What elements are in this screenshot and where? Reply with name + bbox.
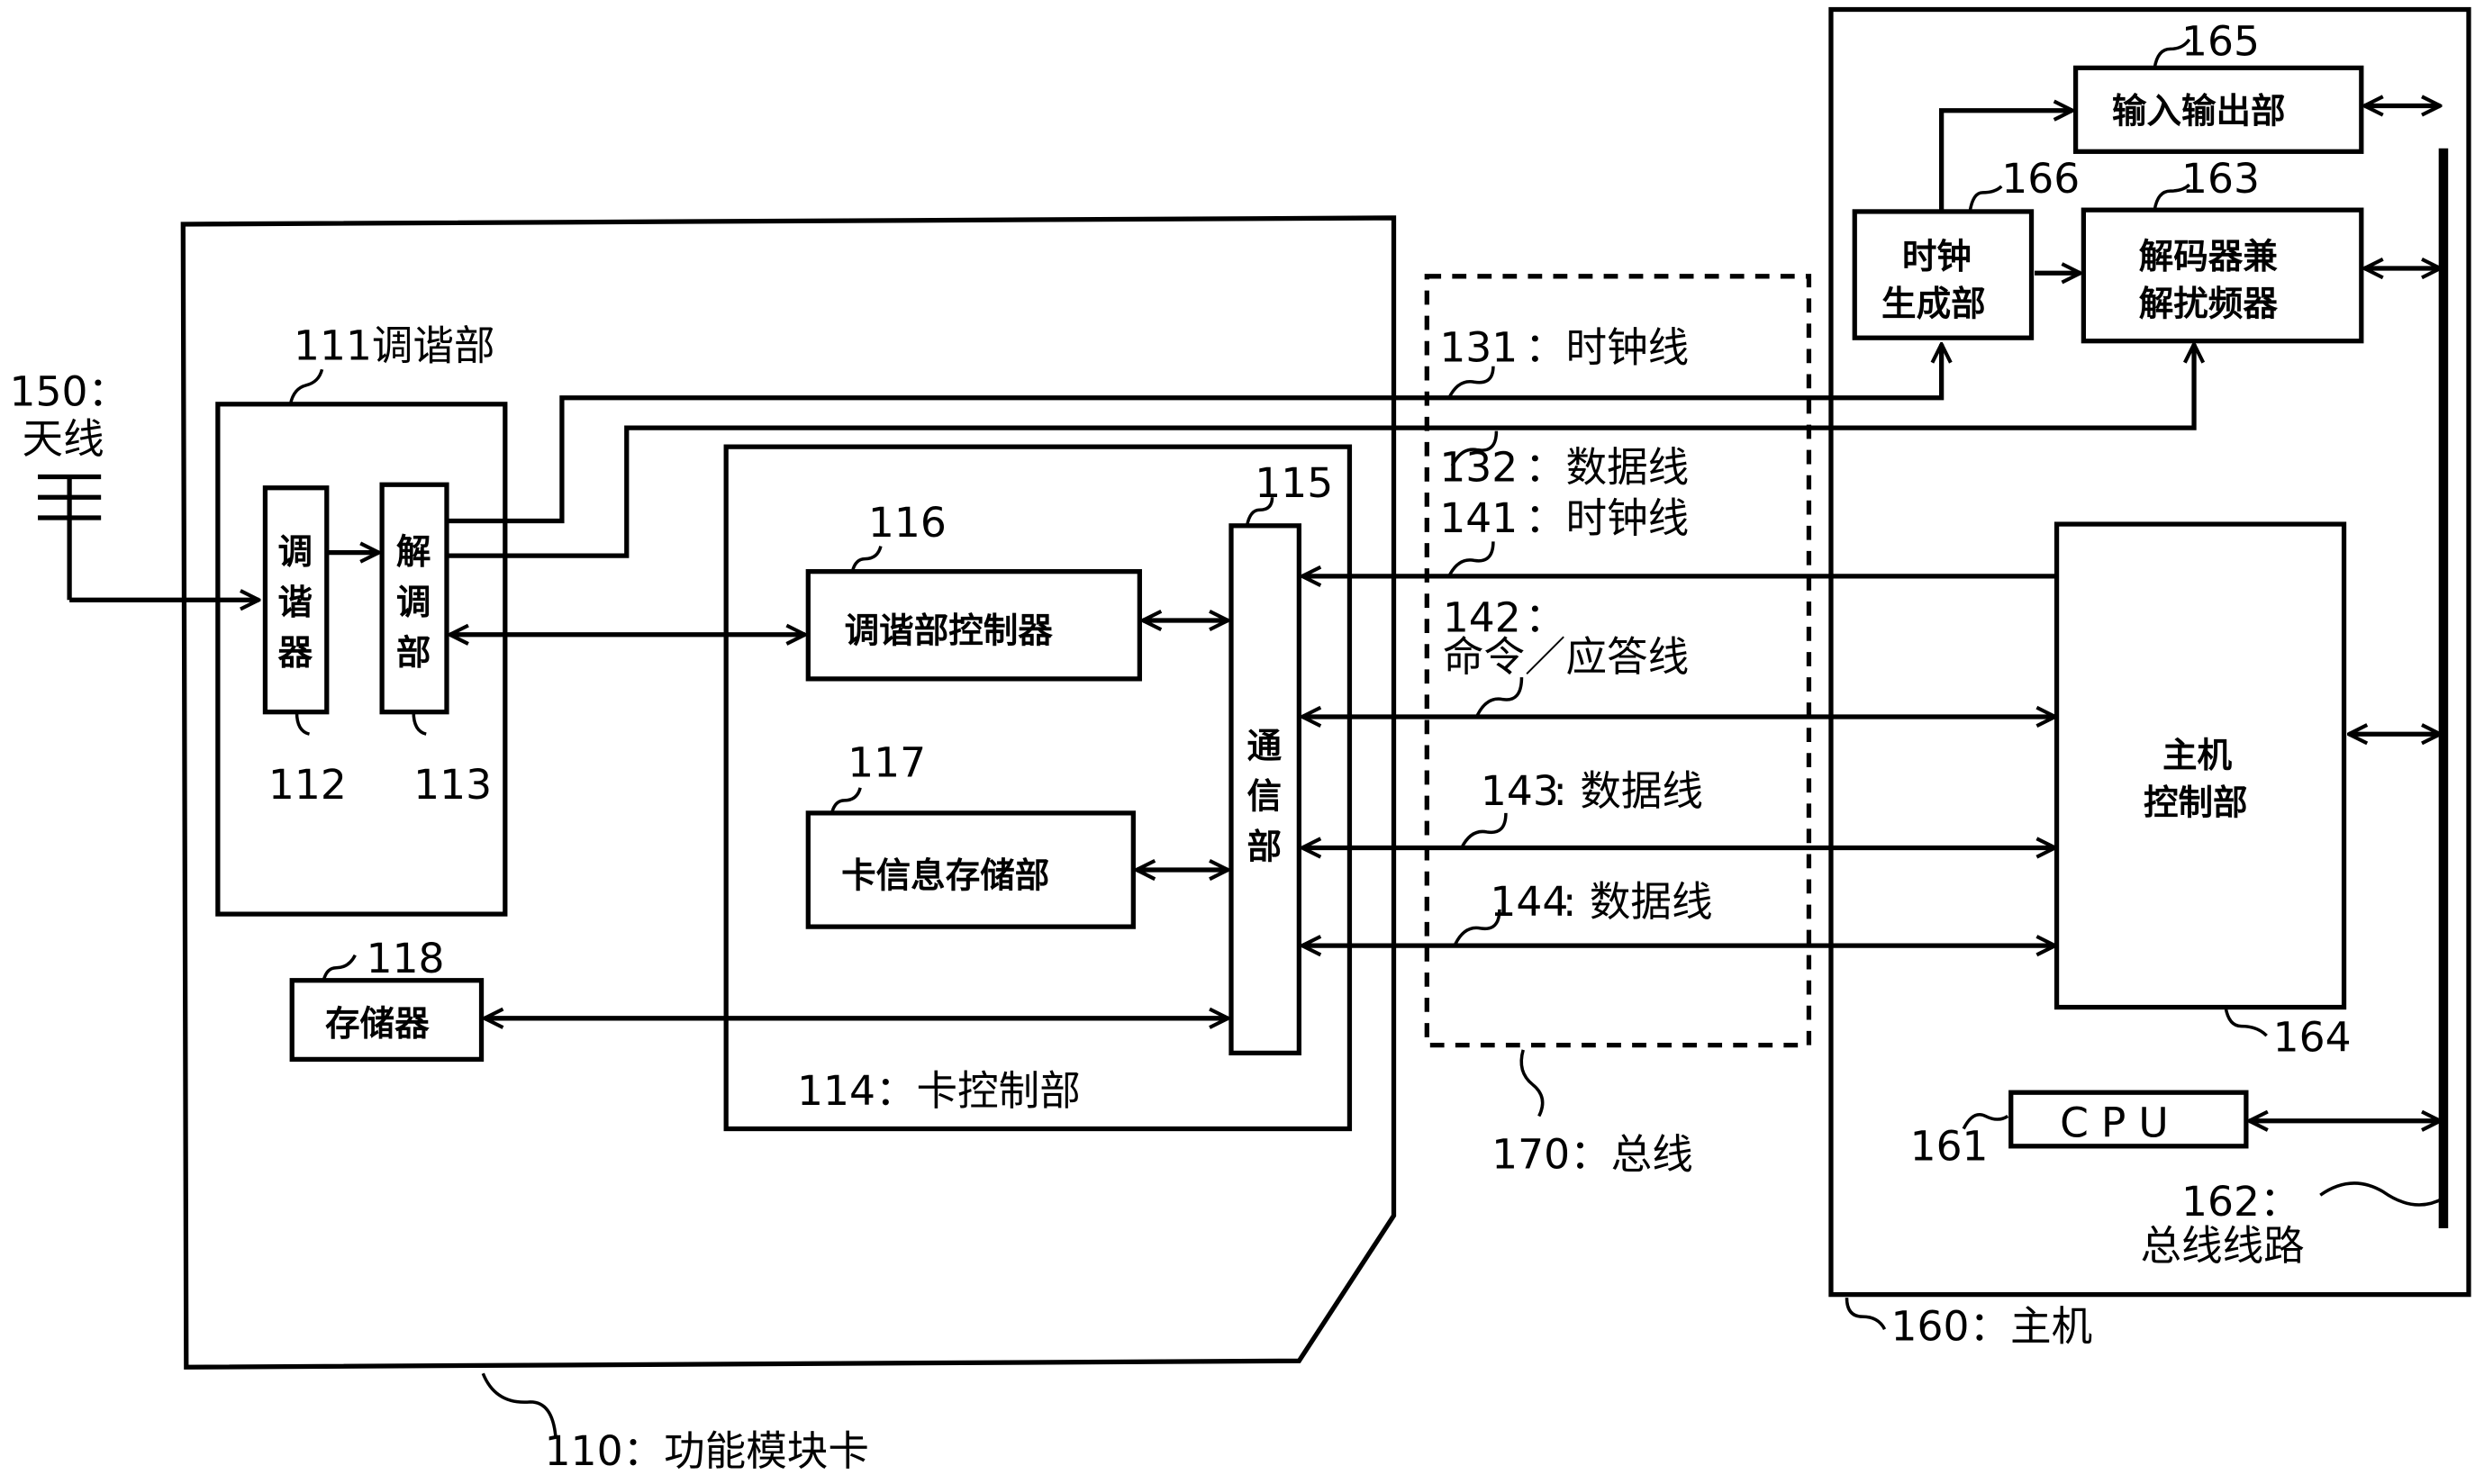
cpu-label: CPU bbox=[2060, 1099, 2181, 1146]
antenna-label: 天线 bbox=[23, 415, 104, 463]
tuner-leader bbox=[295, 711, 311, 736]
comm-unit-ref: 115 bbox=[1255, 459, 1333, 507]
memory: 存储器 118 bbox=[289, 935, 1228, 1063]
io-unit-ref: 165 bbox=[2181, 17, 2260, 65]
card-controller-label: 114：卡控制部 bbox=[797, 1067, 1081, 1115]
memory-label: 存储器 bbox=[325, 1004, 430, 1045]
host-bus-line-num: 162： bbox=[2181, 1178, 2301, 1226]
demod-char-3: 部 bbox=[396, 633, 431, 674]
clock-line-131 bbox=[446, 344, 1942, 524]
bus-line-142-leader bbox=[1475, 677, 1524, 717]
memory-ref: 118 bbox=[367, 935, 445, 982]
tuner-controller-label: 调谐部控制器 bbox=[845, 611, 1054, 652]
card-label: 110：功能模块卡 bbox=[545, 1427, 869, 1475]
comm-unit-char-3: 部 bbox=[1247, 828, 1283, 868]
bus-line-141-leader bbox=[1447, 541, 1495, 577]
host-label: 160：主机 bbox=[1891, 1302, 2093, 1350]
host-controller-line2: 控制部 bbox=[2144, 783, 2248, 824]
bus-line-131-num: 131 bbox=[1439, 323, 1518, 371]
memory-leader bbox=[322, 954, 357, 982]
card-info-storage-label: 卡信息存储部 bbox=[841, 855, 1049, 896]
bus-line-141-num: 141 bbox=[1439, 494, 1518, 542]
host-controller-leader bbox=[2224, 1007, 2268, 1037]
comm-unit-char-2: 信 bbox=[1247, 777, 1283, 818]
tuner-section-leader bbox=[288, 368, 324, 405]
host-controller-line1: 主机 bbox=[2162, 736, 2233, 776]
bus-line-144-label: : 数据线 bbox=[1563, 878, 1713, 926]
demod-char-2: 调 bbox=[396, 583, 431, 623]
host: 160：主机 162： 总线线路 输入输出部 165 时钟 生成部 166 解码… bbox=[1828, 6, 2471, 1350]
tuner-controller-leader bbox=[850, 546, 883, 573]
bus: 170：总线 131 ：时钟线 132 ：数据线 141 ：时钟线 142 ： … bbox=[1424, 274, 1812, 1178]
bus-line-132-label: ：数据线 bbox=[1525, 444, 1689, 492]
antenna-icon bbox=[38, 474, 102, 601]
demod-char-1: 解 bbox=[396, 532, 431, 573]
host-controller-ref: 164 bbox=[2273, 1014, 2352, 1062]
io-unit-label: 输入输出部 bbox=[2112, 92, 2286, 132]
comm-unit-char-1: 通 bbox=[1247, 727, 1283, 767]
decoder-ref: 163 bbox=[2181, 155, 2260, 203]
bus-line-143-label: : 数据线 bbox=[1554, 767, 1704, 815]
tuner-section-label: 111调谐部 bbox=[294, 322, 495, 370]
demod-ref: 113 bbox=[413, 761, 492, 809]
host-bus-line-leader bbox=[2319, 1181, 2444, 1207]
tuner-char-1: 调 bbox=[277, 532, 313, 573]
tuner-section: 111调谐部 调 谐 器 112 解 调 部 113 bbox=[215, 322, 508, 917]
clock-generator-line1: 时钟 bbox=[1902, 237, 1972, 277]
tuner-controller-ref: 116 bbox=[868, 499, 947, 547]
bus-leader bbox=[1519, 1049, 1545, 1118]
decoder-line2: 解扰频器 bbox=[2139, 285, 2279, 325]
demod-leader bbox=[412, 711, 427, 736]
host-leader bbox=[1845, 1298, 1887, 1331]
clock-generator-leader bbox=[1968, 185, 2003, 213]
bus-line-144-num: 144 bbox=[1490, 878, 1568, 926]
bus-line-143-num: 143 bbox=[1481, 767, 1559, 815]
card-info-storage-leader bbox=[830, 787, 862, 814]
bus-line-142-label: 命令／应答线 bbox=[1443, 633, 1689, 681]
clock-generator-line2: 生成部 bbox=[1881, 285, 1986, 325]
bus-line-141-label: ：时钟线 bbox=[1525, 494, 1689, 542]
card-outline bbox=[180, 215, 1397, 1370]
antenna-number: 150： bbox=[10, 368, 130, 416]
block-diagram: 150： 天线 110：功能模块卡 111调谐部 调 谐 器 112 解 调 部… bbox=[10, 6, 2471, 1475]
bus-line-143-leader bbox=[1460, 812, 1508, 849]
tuner-section-box bbox=[215, 402, 508, 917]
tuner-char-3: 器 bbox=[277, 633, 313, 674]
tuner-ref: 112 bbox=[268, 761, 347, 809]
cpu-ref: 161 bbox=[1910, 1123, 1989, 1171]
clock-generator-ref: 166 bbox=[2001, 155, 2080, 203]
data-line-132 bbox=[446, 344, 2194, 558]
bus-label: 170：总线 bbox=[1491, 1130, 1693, 1178]
card-info-storage-ref: 117 bbox=[848, 739, 926, 787]
tuner-char-2: 谐 bbox=[277, 583, 313, 623]
decoder-line1: 解码器兼 bbox=[2139, 237, 2279, 277]
host-bus-line-label: 总线线路 bbox=[2140, 1222, 2304, 1270]
bus-line-131-label: ：时钟线 bbox=[1525, 323, 1689, 371]
card-controller: 114：卡控制部 调谐部控制器 116 卡信息存储部 117 通 信 部 115 bbox=[723, 444, 1353, 1132]
